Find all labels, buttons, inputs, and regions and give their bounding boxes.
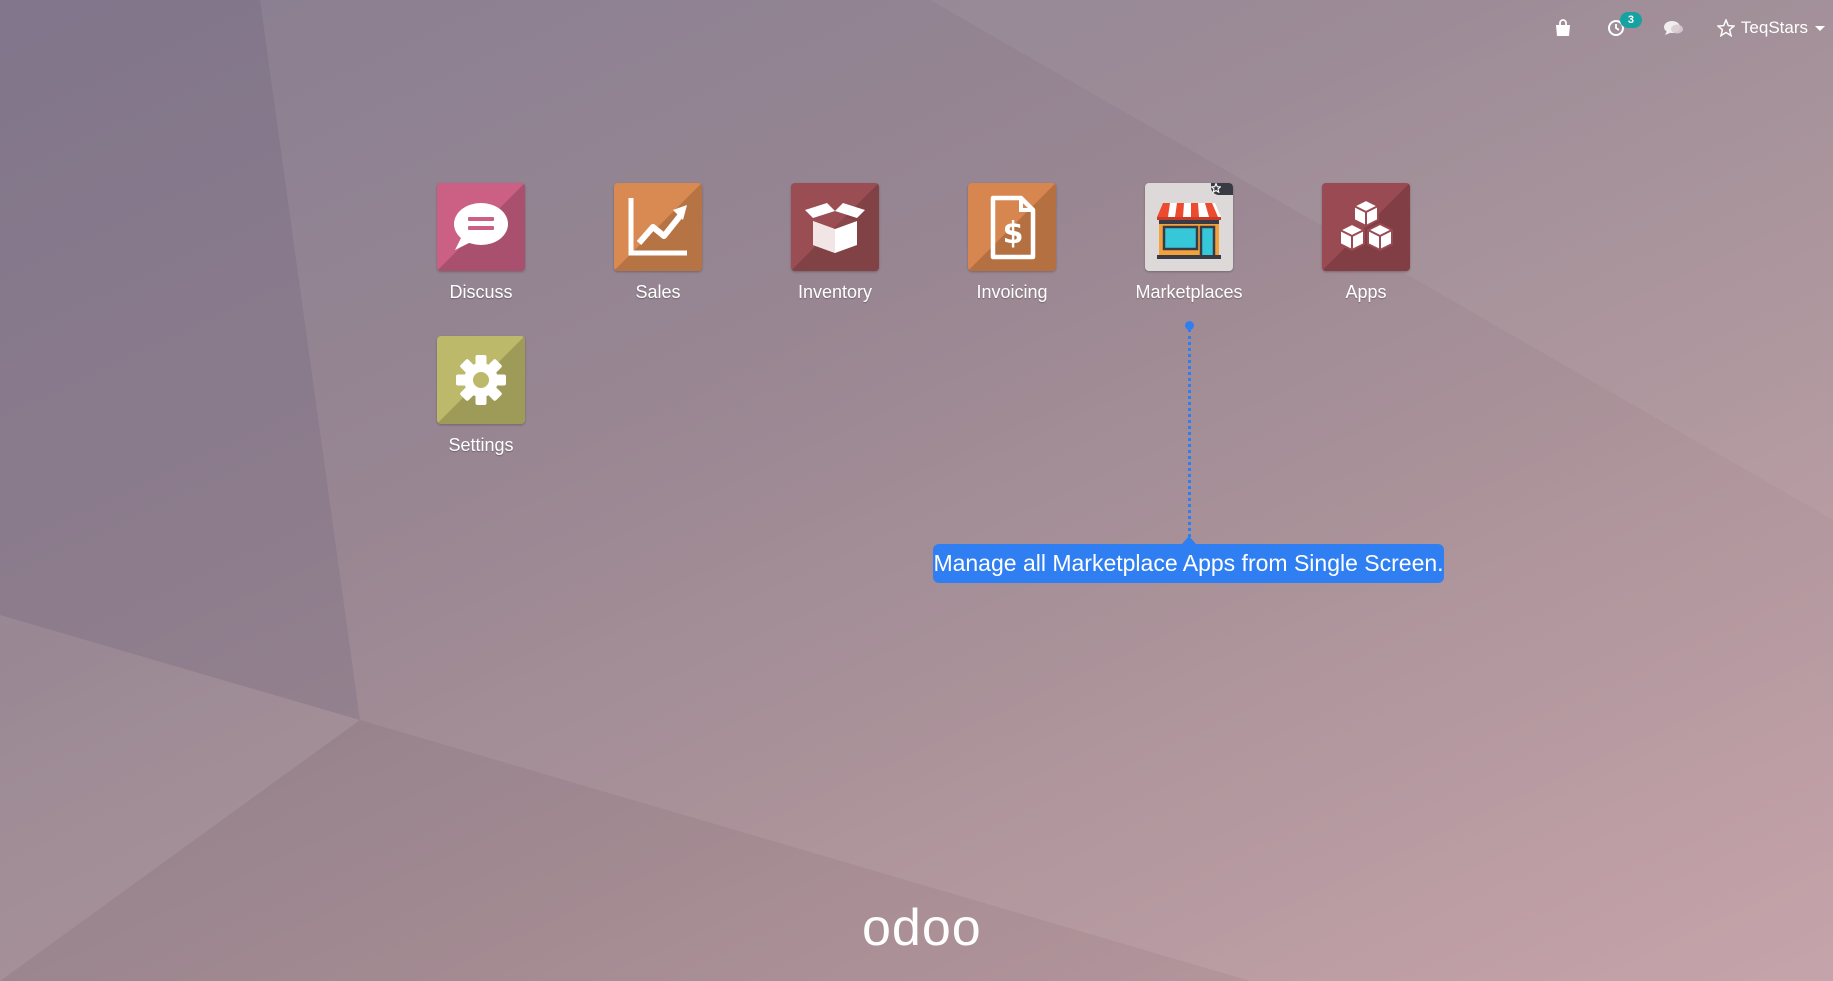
svg-text:$: $ [1003,216,1024,251]
app-inventory[interactable]: Inventory [765,183,905,303]
app-label: Inventory [797,282,873,302]
open-box-icon [791,183,879,271]
app-apps[interactable]: Apps [1296,183,1436,303]
gear-icon [437,336,525,424]
app-discuss[interactable]: Discuss [411,183,551,303]
star-icon [1211,183,1233,195]
marketplace-tooltip: Manage all Marketplace Apps from Single … [933,544,1444,583]
app-invoicing[interactable]: $ Invoicing [942,183,1082,303]
app-label: Settings [448,435,514,455]
background-facets [0,0,1833,981]
chat-bubbles-icon[interactable] [1663,19,1685,37]
app-settings[interactable]: Settings [411,336,551,456]
speech-bubble-icon [437,183,525,271]
app-label: Marketplaces [1135,282,1243,302]
user-menu[interactable]: TeqStars [1716,18,1825,38]
cubes-icon [1322,183,1410,271]
app-sales[interactable]: Sales [588,183,728,303]
tooltip-arrow [1182,536,1196,544]
shopping-bag-icon[interactable] [1553,18,1573,38]
app-label: Apps [1345,282,1387,302]
user-name: TeqStars [1740,18,1808,37]
star-icon [1716,19,1735,37]
odoo-logo: odoo [862,899,982,957]
dollar-document-icon: $ [968,183,1056,271]
app-label: Discuss [449,282,513,302]
activity-count-badge: 3 [1619,12,1642,28]
activity-menu[interactable]: 3 [1607,12,1642,37]
caret-down-icon [1815,25,1825,31]
storefront-icon [1145,183,1233,271]
app-label: Invoicing [976,282,1048,302]
app-marketplaces[interactable]: Marketplaces [1119,183,1259,303]
systray: 3 TeqStars [1553,12,1833,42]
trend-chart-icon [614,183,702,271]
app-label: Sales [635,282,681,302]
tooltip-connector-line [1188,329,1191,544]
